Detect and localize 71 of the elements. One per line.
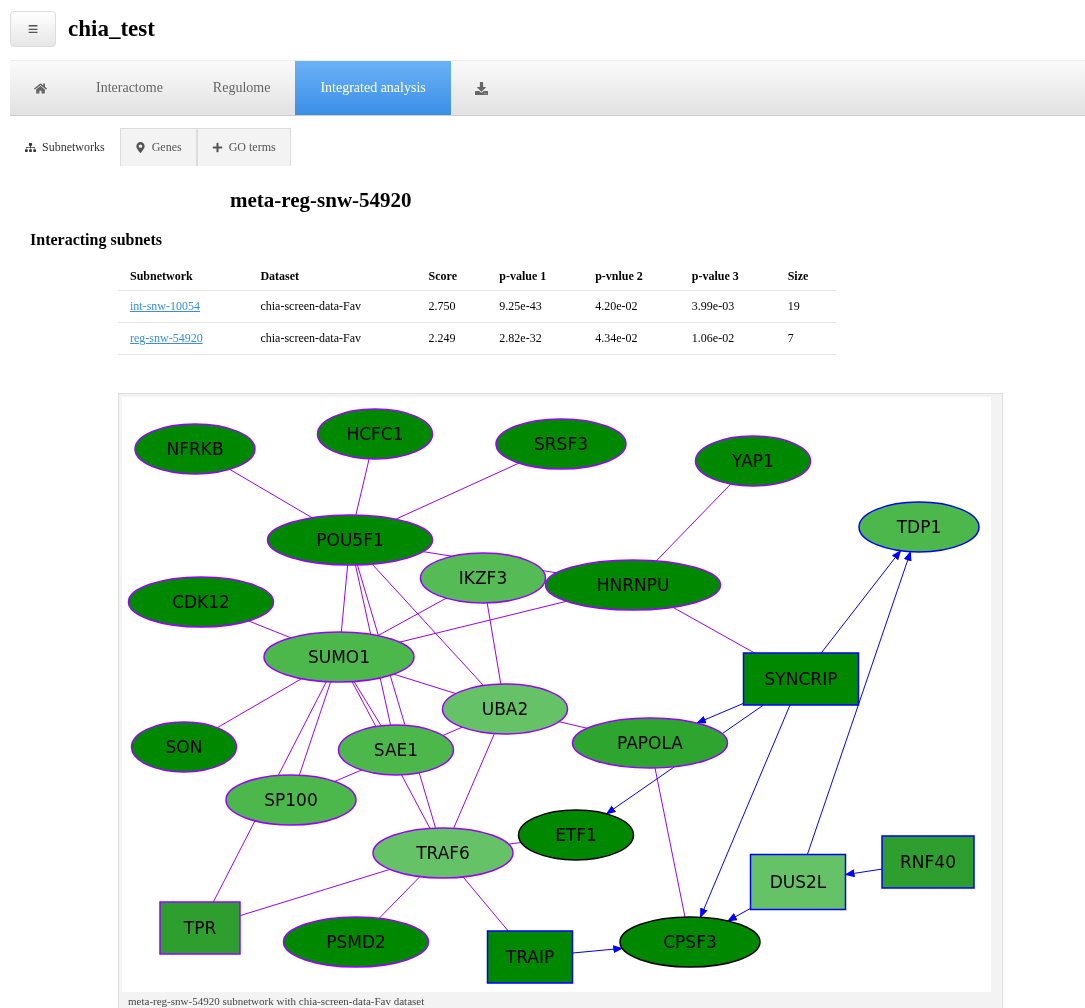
- gene-node: TRAF6: [372, 827, 514, 879]
- tab-label: GO terms: [228, 140, 276, 155]
- gene-node: HCFC1: [316, 408, 434, 460]
- table-cell: 1.06e-02: [679, 322, 776, 355]
- plus-icon: [211, 142, 223, 153]
- sub-tab[interactable]: GO terms: [196, 128, 291, 166]
- download-icon: [474, 81, 488, 95]
- gene-node: YAP1: [694, 435, 812, 487]
- column-header: p-value 1: [487, 263, 584, 291]
- table-cell: 2.82e-32: [487, 322, 584, 355]
- subnetwork-link[interactable]: reg-snw-54920: [130, 331, 203, 345]
- gene-node: POU5F1: [266, 514, 434, 566]
- table-cell: chia-screen-data-Fav: [248, 322, 417, 355]
- table-cell: 2.750: [416, 290, 488, 323]
- menu-button[interactable]: ≡: [10, 11, 56, 47]
- section-title: Interacting subnets: [30, 231, 163, 249]
- table-cell: 9.25e-43: [487, 290, 584, 323]
- table-cell: chia-screen-data-Fav: [248, 290, 417, 323]
- gene-node: RNF40: [881, 835, 975, 889]
- table-cell: 4.20e-02: [583, 290, 680, 323]
- gene-node: TRAIP: [486, 930, 574, 984]
- page-title: meta-reg-snw-54920: [230, 188, 413, 213]
- gene-node: SP100: [225, 774, 357, 826]
- interaction-edge: [507, 841, 522, 845]
- interaction-edge: [558, 721, 588, 729]
- sitemap-icon: [25, 142, 36, 153]
- column-header: p-value 3: [679, 263, 776, 291]
- subnetwork-link[interactable]: int-snw-10054: [130, 299, 200, 313]
- column-header: Size: [775, 263, 836, 291]
- gene-node: CDK12: [127, 576, 275, 628]
- gene-node: HNRNPU: [544, 559, 722, 611]
- tab-label: Subnetworks: [42, 140, 105, 155]
- column-header: p-vnlue 2: [583, 263, 680, 291]
- sub-tab[interactable]: Genes: [119, 128, 197, 166]
- interaction-edge: [355, 458, 370, 516]
- gene-node: SYNCRIP: [742, 652, 860, 706]
- regulation-arrow: [572, 945, 624, 954]
- gene-node: SON: [130, 721, 238, 773]
- nav-tab[interactable]: Interactome: [71, 61, 188, 115]
- table-cell: 4.34e-02: [583, 322, 680, 355]
- app-title: chia_test: [68, 16, 155, 42]
- gene-node: TPR: [159, 901, 241, 955]
- map-marker-icon: [134, 142, 146, 153]
- network-caption: meta-reg-snw-54920 subnetwork with chia-screen-data-Fav dataset: [127, 994, 426, 1008]
- gene-node: DUS2L: [749, 853, 847, 911]
- table-cell: 7: [775, 322, 836, 355]
- home-icon: [34, 81, 47, 95]
- nav-tab[interactable]: Integrated analysis: [295, 61, 451, 115]
- nav-tab[interactable]: Regulome: [187, 61, 296, 115]
- gene-node: PSMD2: [282, 916, 430, 968]
- column-header: Dataset: [248, 263, 417, 291]
- interaction-edge: [340, 564, 349, 633]
- table-cell: 19: [775, 290, 836, 323]
- gene-node: PAPOLA: [571, 717, 729, 769]
- table-cell: 3.99e-03: [679, 290, 776, 323]
- gene-node: CPSF3: [619, 916, 761, 968]
- gene-node: SUMO1: [263, 631, 415, 683]
- interaction-edge: [462, 876, 509, 932]
- gene-node: TDP1: [858, 501, 980, 553]
- interaction-edge: [247, 620, 292, 639]
- tab-label: Genes: [151, 140, 182, 155]
- table-cell: 2.249: [416, 322, 488, 355]
- column-header: Score: [416, 263, 488, 291]
- gene-node: SAE1: [337, 724, 455, 776]
- gene-node: IKZF3: [419, 552, 547, 604]
- column-header: Subnetwork: [118, 263, 249, 291]
- gene-node: UBA2: [441, 683, 569, 735]
- regulation-arrow: [844, 868, 883, 878]
- gene-node: ETF1: [517, 809, 635, 861]
- gene-node: SRSF3: [495, 418, 627, 470]
- gene-node: NFRKB: [134, 423, 256, 475]
